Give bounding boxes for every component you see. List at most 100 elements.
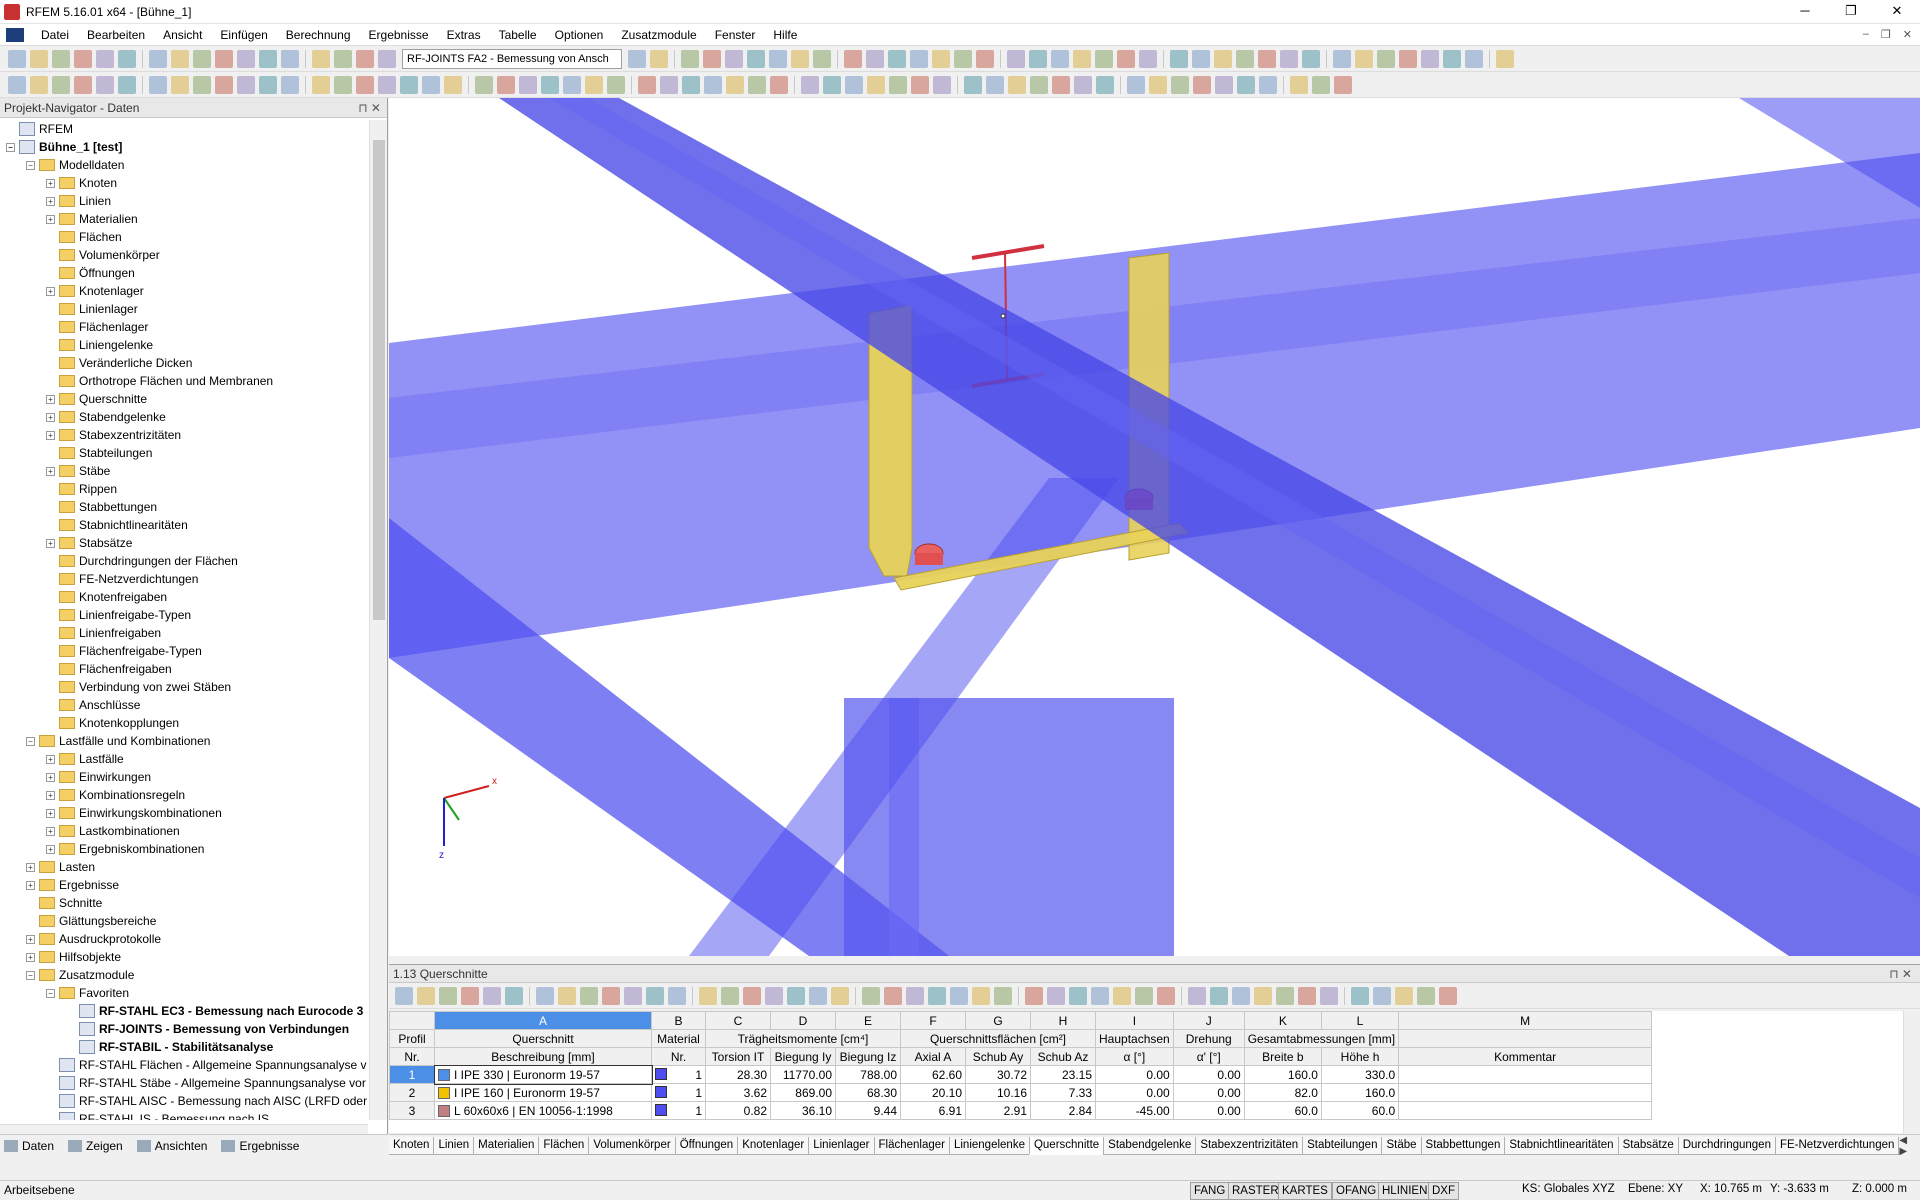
tree-item[interactable]: RF-STAHL AISC - Bemessung nach AISC (LRF… <box>0 1092 368 1110</box>
model-viewport[interactable]: x z <box>389 98 1920 956</box>
tree-item[interactable]: + Stabsätze <box>0 534 368 552</box>
toolbar-tool-icon[interactable] <box>1258 49 1276 68</box>
sheet-tab[interactable]: Stabsätze <box>1617 1136 1679 1155</box>
toolbar-tool-icon[interactable] <box>259 49 277 68</box>
tree-item[interactable]: Veränderliche Dicken <box>0 354 368 372</box>
toolbar-tool-icon[interactable] <box>1149 75 1167 94</box>
cell-h[interactable]: 160.0 <box>1320 1083 1400 1102</box>
tree-item[interactable]: + Materialien <box>0 210 368 228</box>
tree-item[interactable]: − Modelldaten <box>0 156 368 174</box>
toolbar-tool-icon[interactable] <box>118 49 136 68</box>
toolbar-tool-icon[interactable] <box>541 75 559 94</box>
toolbar-tool-icon[interactable] <box>866 49 884 68</box>
cell-mat[interactable]: 1 <box>651 1101 706 1120</box>
toolbar-tool-icon[interactable] <box>1439 986 1457 1005</box>
toolbar-tool-icon[interactable] <box>558 986 576 1005</box>
toolbar-tool-icon[interactable] <box>1025 986 1043 1005</box>
sheet-tab[interactable]: Stabendgelenke <box>1103 1136 1197 1155</box>
cell-az[interactable]: 2.84 <box>1030 1101 1096 1120</box>
toolbar-tool-icon[interactable] <box>171 75 189 94</box>
tab-zeigen[interactable]: Zeigen <box>64 1139 133 1153</box>
cell-az[interactable]: 7.33 <box>1030 1083 1096 1102</box>
toolbar-tool-icon[interactable] <box>149 75 167 94</box>
mdi-restore-icon[interactable]: ❐ <box>1881 28 1891 41</box>
toolbar-tool-icon[interactable] <box>1069 986 1087 1005</box>
tree-item[interactable]: + Hilfsobjekte <box>0 948 368 966</box>
menu-extras[interactable]: Extras <box>438 28 490 42</box>
toolbar-tool-icon[interactable] <box>193 75 211 94</box>
toolbar-tool-icon[interactable] <box>149 49 167 68</box>
tree-item[interactable]: + Ausdruckprotokolle <box>0 930 368 948</box>
toolbar-tool-icon[interactable] <box>519 75 537 94</box>
toolbar-tool-icon[interactable] <box>439 986 457 1005</box>
expand-toggle-icon[interactable]: + <box>46 178 55 188</box>
toolbar-tool-icon[interactable] <box>801 75 819 94</box>
sheet-tab[interactable]: Materialien <box>473 1136 540 1155</box>
toolbar-tool-icon[interactable] <box>1029 49 1047 68</box>
toolbar-tool-icon[interactable] <box>1298 986 1316 1005</box>
document-icon[interactable] <box>6 27 24 42</box>
row-number[interactable]: 2 <box>389 1083 435 1102</box>
tree-item[interactable]: RFEM <box>0 120 368 138</box>
col-letter-j[interactable]: J <box>1172 1011 1245 1030</box>
tree-item[interactable]: − Lastfälle und Kombinationen <box>0 732 368 750</box>
tree-item[interactable]: + Knotenlager <box>0 282 368 300</box>
toolbar-tool-icon[interactable] <box>281 75 299 94</box>
cell-iz[interactable]: 788.00 <box>835 1065 901 1084</box>
toolbar-tool-icon[interactable] <box>378 49 396 68</box>
tab-daten[interactable]: Daten <box>0 1139 64 1153</box>
toolbar-tool-icon[interactable] <box>911 75 929 94</box>
tree-item[interactable]: + Stabexzentrizitäten <box>0 426 368 444</box>
navigator-scrollbar[interactable] <box>369 120 387 1120</box>
expand-toggle-icon[interactable]: + <box>46 772 55 782</box>
mdi-close-icon[interactable]: ✕ <box>1903 28 1912 41</box>
toolbar-tool-icon[interactable] <box>1417 986 1435 1005</box>
toolbar-tool-icon[interactable] <box>1465 49 1483 68</box>
cell-comment[interactable] <box>1398 1065 1653 1084</box>
toolbar-tool-icon[interactable] <box>699 986 717 1005</box>
expand-toggle-icon[interactable]: + <box>46 286 55 296</box>
tree-item[interactable]: RF-STAHL IS - Bemessung nach IS <box>0 1110 368 1120</box>
toolbar-tool-icon[interactable] <box>976 49 994 68</box>
col-letter-m[interactable]: M <box>1398 1011 1653 1030</box>
status-fang-button[interactable]: FANG <box>1190 1182 1230 1200</box>
toolbar-tool-icon[interactable] <box>536 986 554 1005</box>
toolbar-tool-icon[interactable] <box>483 986 501 1005</box>
cell-b[interactable]: 60.0 <box>1243 1101 1322 1120</box>
tree-item[interactable]: + Einwirkungen <box>0 768 368 786</box>
pin-icon[interactable]: ⊓ ✕ <box>358 98 381 118</box>
tree-item[interactable]: Flächenfreigabe-Typen <box>0 642 368 660</box>
toolbar-tool-icon[interactable] <box>933 75 951 94</box>
toolbar-tool-icon[interactable] <box>1210 986 1228 1005</box>
tree-item[interactable]: Linienfreigabe-Typen <box>0 606 368 624</box>
toolbar-tool-icon[interactable] <box>994 986 1012 1005</box>
tree-item[interactable]: RF-STAHL EC3 - Bemessung nach Eurocode 3 <box>0 1002 368 1020</box>
toolbar-tool-icon[interactable] <box>743 986 761 1005</box>
tree-item[interactable]: Schnitte <box>0 894 368 912</box>
toolbar-tool-icon[interactable] <box>30 75 48 94</box>
toolbar-tool-icon[interactable] <box>417 986 435 1005</box>
toolbar-tool-icon[interactable] <box>1254 986 1272 1005</box>
expand-toggle-icon[interactable]: + <box>46 412 55 422</box>
col-letter-g[interactable]: G <box>965 1011 1031 1030</box>
toolbar-tool-icon[interactable] <box>580 986 598 1005</box>
table-row[interactable]: 3 L 60x60x6 | EN 10056-1:1998 1 0.82 36.10 9.… <box>389 1101 1653 1120</box>
col-letter-c[interactable]: C <box>705 1011 771 1030</box>
tree-item[interactable]: Glättungsbereiche <box>0 912 368 930</box>
tree-item[interactable]: + Stabendgelenke <box>0 408 368 426</box>
toolbar-tool-icon[interactable] <box>668 986 686 1005</box>
cell-mat[interactable]: 1 <box>651 1065 706 1084</box>
toolbar-tool-icon[interactable] <box>1008 75 1026 94</box>
toolbar-tool-icon[interactable] <box>1399 49 1417 68</box>
sheet-tab[interactable]: FE-Netzverdichtungen <box>1774 1136 1900 1155</box>
toolbar-tool-icon[interactable] <box>682 75 700 94</box>
toolbar-tool-icon[interactable] <box>1193 75 1211 94</box>
toolbar-tool-icon[interactable] <box>1096 75 1114 94</box>
cell-ay[interactable]: 30.72 <box>965 1065 1031 1084</box>
toolbar-tool-icon[interactable] <box>1280 49 1298 68</box>
sheet-tab[interactable]: Durchdringungen <box>1677 1136 1776 1155</box>
corner-cell[interactable] <box>389 1011 435 1030</box>
close-button[interactable]: ✕ <box>1874 0 1920 24</box>
expand-toggle-icon[interactable]: + <box>46 538 55 548</box>
sheet-tab[interactable]: Flächen <box>538 1136 590 1155</box>
